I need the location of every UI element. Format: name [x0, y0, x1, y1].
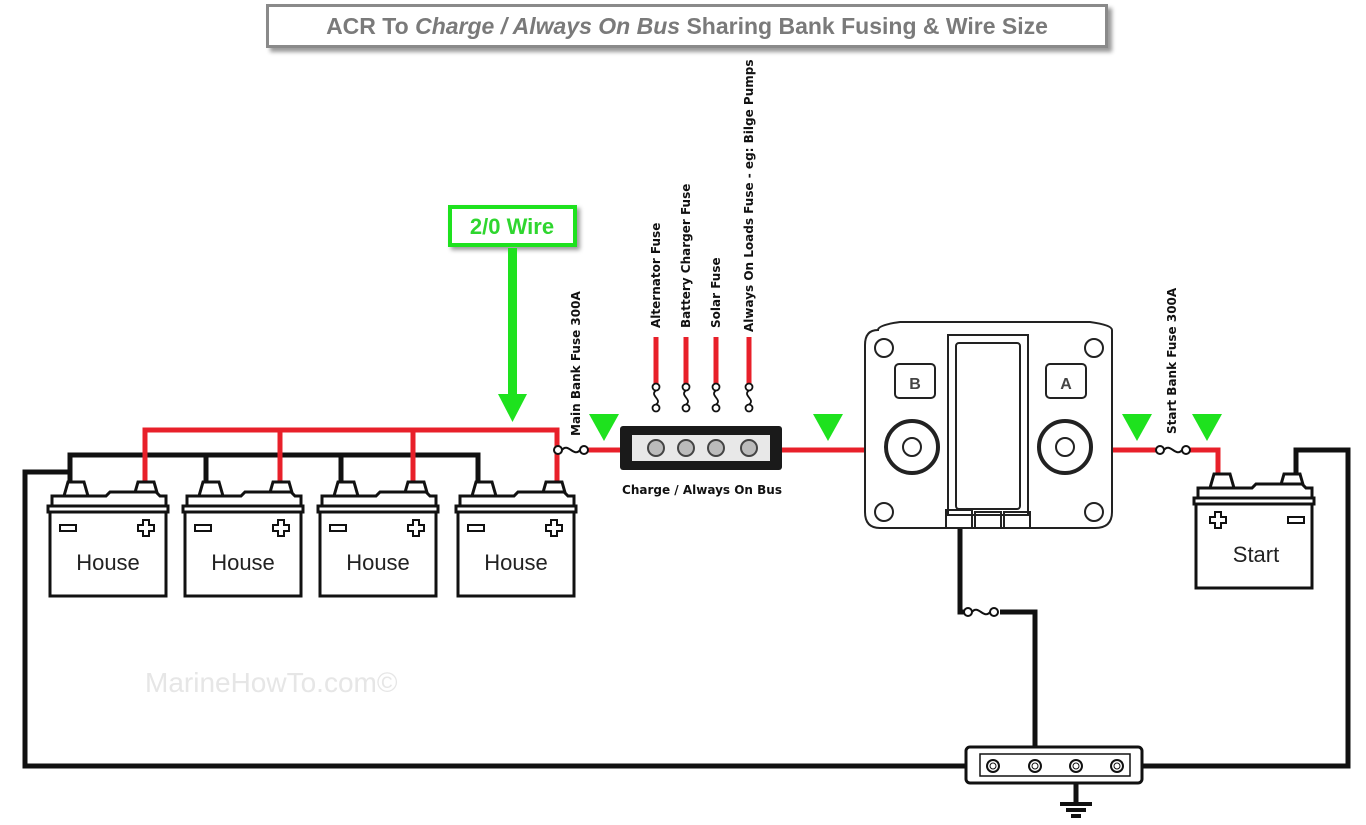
- acr-terminal-b-label: B: [909, 376, 921, 393]
- wire-size-label: 2/0 Wire: [470, 214, 554, 239]
- start-bank-fuse: [1155, 445, 1191, 455]
- battery-label: House: [346, 550, 410, 575]
- marker-triangle: [813, 414, 843, 441]
- marker-triangle: [589, 414, 619, 441]
- always-on-loads-fuse-label: Always On Loads Fuse - eg: Bilge Pumps: [742, 60, 756, 333]
- solar-fuse: [711, 382, 721, 413]
- marker-triangle: [1192, 414, 1222, 441]
- battery-charger-fuse: [681, 382, 691, 413]
- main-bank-fuse-label: Main Bank Fuse 300A: [569, 291, 583, 436]
- start-battery: Start: [1192, 472, 1316, 590]
- battery-charger-fuse-label: Battery Charger Fuse: [679, 184, 693, 328]
- acr-terminal-a-label: A: [1060, 376, 1072, 393]
- watermark: MarineHowTo.com©: [145, 667, 398, 698]
- house-battery-1: House: [46, 480, 170, 598]
- negative-bus-bar: [964, 745, 1144, 785]
- wiring-diagram: Charge / Always On Bus B A House House H…: [22, 60, 1351, 818]
- house-battery-3: House: [316, 480, 440, 598]
- always-on-loads-fuse: [744, 382, 754, 413]
- alternator-fuse: [651, 382, 661, 413]
- battery-label: Start: [1233, 542, 1279, 567]
- arrow-down-icon: [498, 394, 527, 422]
- marker-triangle: [1122, 414, 1152, 441]
- bus-label: Charge / Always On Bus: [622, 483, 782, 497]
- wire-size-callout: 2/0 Wire: [448, 205, 577, 422]
- battery-label: House: [211, 550, 275, 575]
- solar-fuse-label: Solar Fuse: [709, 257, 723, 328]
- battery-label: House: [484, 550, 548, 575]
- acr-relay: [864, 321, 1113, 529]
- house-battery-2: House: [181, 480, 305, 598]
- main-bank-fuse: [553, 445, 589, 455]
- battery-label: House: [76, 550, 140, 575]
- start-bank-fuse-label: Start Bank Fuse 300A: [1165, 287, 1179, 434]
- house-battery-4: House: [454, 480, 578, 598]
- alternator-fuse-label: Alternator Fuse: [649, 223, 663, 328]
- ground-symbol: [1060, 802, 1092, 818]
- acr-ground-fuse: [963, 607, 999, 617]
- charge-always-on-bus: [620, 426, 782, 470]
- acr-ground-wire: [957, 520, 970, 615]
